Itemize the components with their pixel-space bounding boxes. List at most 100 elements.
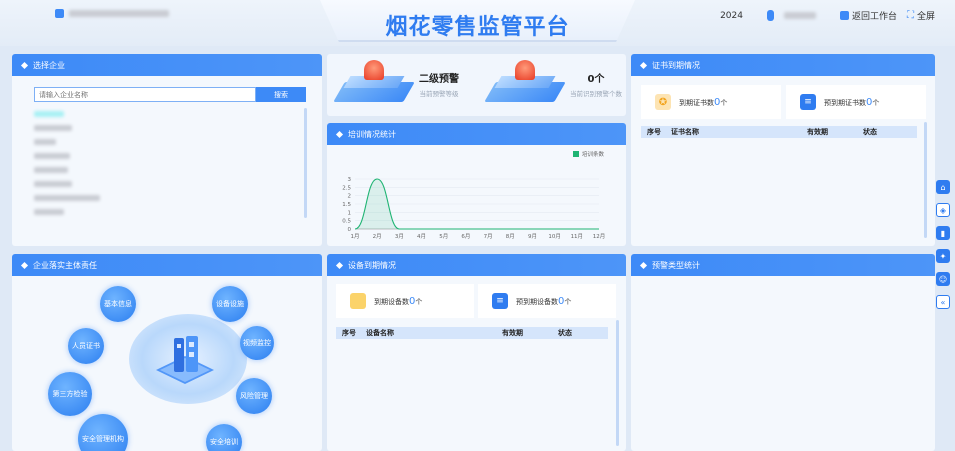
cert-panel: 证书到期情况 <box>631 54 935 246</box>
x-tick-label: 2月 <box>373 233 382 240</box>
diamond-icon <box>639 61 648 69</box>
alarm-light-icon <box>484 58 566 110</box>
x-tick-label: 4月 <box>417 233 426 240</box>
list-item[interactable] <box>34 152 100 160</box>
x-tick-label: 9月 <box>528 233 537 240</box>
cert-panel-title: 证书到期情况 <box>652 60 700 70</box>
robot-button[interactable]: ☺ <box>936 272 950 286</box>
pre-expire-cert-card: ≡ 预到期证书数0个 <box>786 85 926 119</box>
robot-icon: ☺ <box>938 274 948 284</box>
alert-level-value: 二级预警 <box>419 74 459 85</box>
training-chart: 0 0.5 1 1.5 2 2.5 3 1月 2月 3月 4月 5月 6月 7月 8月 9月 10月 11月 12月 <box>342 177 606 240</box>
fullscreen-label: 全屏 <box>916 12 935 22</box>
col-cert-name: 证书名称 <box>671 128 699 136</box>
device-table-header: 序号 设备名称 有效期 状态 <box>336 327 608 339</box>
alert-level-label: 当前预警等级 <box>419 90 459 98</box>
x-tick-label: 12月 <box>593 233 606 240</box>
company-panel-title: 选择企业 <box>33 60 65 70</box>
col-device-name: 设备名称 <box>366 329 394 337</box>
building-icon <box>156 336 214 384</box>
diamond-icon <box>335 130 344 138</box>
list-item[interactable] <box>34 138 100 146</box>
expired-device-label: 到期设备数 <box>374 297 409 306</box>
blurred-username <box>783 12 816 19</box>
expired-cert-unit: 个 <box>720 98 728 107</box>
diamond-icon <box>335 261 344 269</box>
diamond-icon <box>639 261 648 269</box>
home-icon: ⌂ <box>940 182 946 192</box>
y-tick-label: 1 <box>348 210 352 216</box>
y-tick-label: 0.5 <box>342 219 351 225</box>
expired-device-card: 到期设备数0个 <box>336 284 474 318</box>
x-tick-label: 6月 <box>461 233 470 240</box>
list-item[interactable] <box>34 208 100 216</box>
company-list-scrollbar[interactable] <box>304 108 307 218</box>
company-search-button[interactable]: 搜索 <box>256 87 306 102</box>
device-panel-header: 设备到期情况 <box>327 254 626 276</box>
training-panel-header: 培训情况统计 <box>327 123 626 145</box>
y-tick-label: 2.5 <box>342 185 351 191</box>
collapse-button[interactable]: « <box>936 295 950 309</box>
alert-level-block: 二级预警 当前预警等级 <box>333 58 459 110</box>
expired-device-unit: 个 <box>415 297 423 306</box>
col-status: 状态 <box>863 128 877 136</box>
top-header: 烟花零售监管平台 2024 返回工作台 ⛶ 全屏 <box>0 0 955 46</box>
training-panel-title: 培训情况统计 <box>348 129 396 139</box>
y-tick-label: 1.5 <box>342 202 351 208</box>
fullscreen-icon: ⛶ <box>906 10 914 21</box>
training-panel: 培训情况统计 培训条数 0 0.5 1 1.5 2 2.5 3 1月 2月 3月 4月 5月 6月 7月 8… <box>327 123 626 246</box>
y-tick-label: 2 <box>348 194 352 200</box>
bubble-equipment[interactable]: 设备设施 <box>212 286 248 322</box>
x-tick-label: 1月 <box>351 233 360 240</box>
x-tick-label: 11月 <box>571 233 584 240</box>
diamond-icon <box>20 61 29 69</box>
y-tick-label: 3 <box>348 177 352 183</box>
alarm-light-icon <box>333 58 415 110</box>
x-tick-label: 5月 <box>439 233 448 240</box>
x-tick-label: 8月 <box>506 233 515 240</box>
cert-table-header: 序号 证书名称 有效期 状态 <box>641 126 917 138</box>
cert-table-scrollbar[interactable] <box>924 122 927 238</box>
shield-button[interactable]: ◈ <box>936 203 950 217</box>
list-item[interactable] <box>34 180 100 188</box>
warning-type-panel-title: 预警类型统计 <box>652 260 700 270</box>
bubble-third-party-inspection[interactable]: 第三方检验 <box>48 372 92 416</box>
col-valid-date: 有效期 <box>807 128 828 136</box>
bubble-personnel-cert[interactable]: 人员证书 <box>68 328 104 364</box>
book-icon: ▮ <box>940 228 946 238</box>
bubble-risk-management[interactable]: 风险管理 <box>236 378 272 414</box>
responsibility-panel-header: 企业落实主体责任 <box>12 254 322 276</box>
alert-count-label: 当前识别预警个数 <box>570 90 622 98</box>
back-label: 返回工作台 <box>851 12 897 22</box>
expired-cert-card: ✪ 到期证书数0个 <box>641 85 781 119</box>
pre-expire-cert-label: 预到期证书数 <box>824 98 866 107</box>
home-button[interactable]: ⌂ <box>936 180 950 194</box>
col-status: 状态 <box>558 329 572 337</box>
year-label: 2024 <box>720 10 743 21</box>
pre-expire-device-unit: 个 <box>564 297 572 306</box>
certificate-icon: ✪ <box>655 94 671 110</box>
y-tick-label: 0 <box>348 227 352 233</box>
puzzle-button[interactable]: ✦ <box>936 249 950 263</box>
list-item[interactable] <box>34 110 100 118</box>
bubble-video-monitoring[interactable]: 视频监控 <box>240 326 274 360</box>
x-tick-label: 10月 <box>548 233 561 240</box>
fullscreen-button[interactable]: ⛶ 全屏 <box>907 9 935 22</box>
back-to-workbench-button[interactable]: 返回工作台 <box>839 9 897 22</box>
shield-icon: ◈ <box>939 205 947 215</box>
list-item[interactable] <box>34 194 100 202</box>
x-tick-label: 7月 <box>484 233 493 240</box>
company-search-input[interactable] <box>34 87 256 102</box>
book-button[interactable]: ▮ <box>936 226 950 240</box>
device-panel-title: 设备到期情况 <box>348 260 396 270</box>
col-index: 序号 <box>342 329 356 337</box>
bubble-basic-info[interactable]: 基本信息 <box>100 286 136 322</box>
device-table-scrollbar[interactable] <box>616 320 619 446</box>
cert-panel-header: 证书到期情况 <box>631 54 935 76</box>
header-right-tools: 2024 返回工作台 ⛶ 全屏 <box>720 9 935 22</box>
warning-type-panel: 预警类型统计 <box>631 254 935 451</box>
x-tick-label: 3月 <box>395 233 404 240</box>
list-item[interactable] <box>34 166 100 174</box>
company-search-row: 搜索 <box>34 87 306 102</box>
list-item[interactable] <box>34 124 100 132</box>
